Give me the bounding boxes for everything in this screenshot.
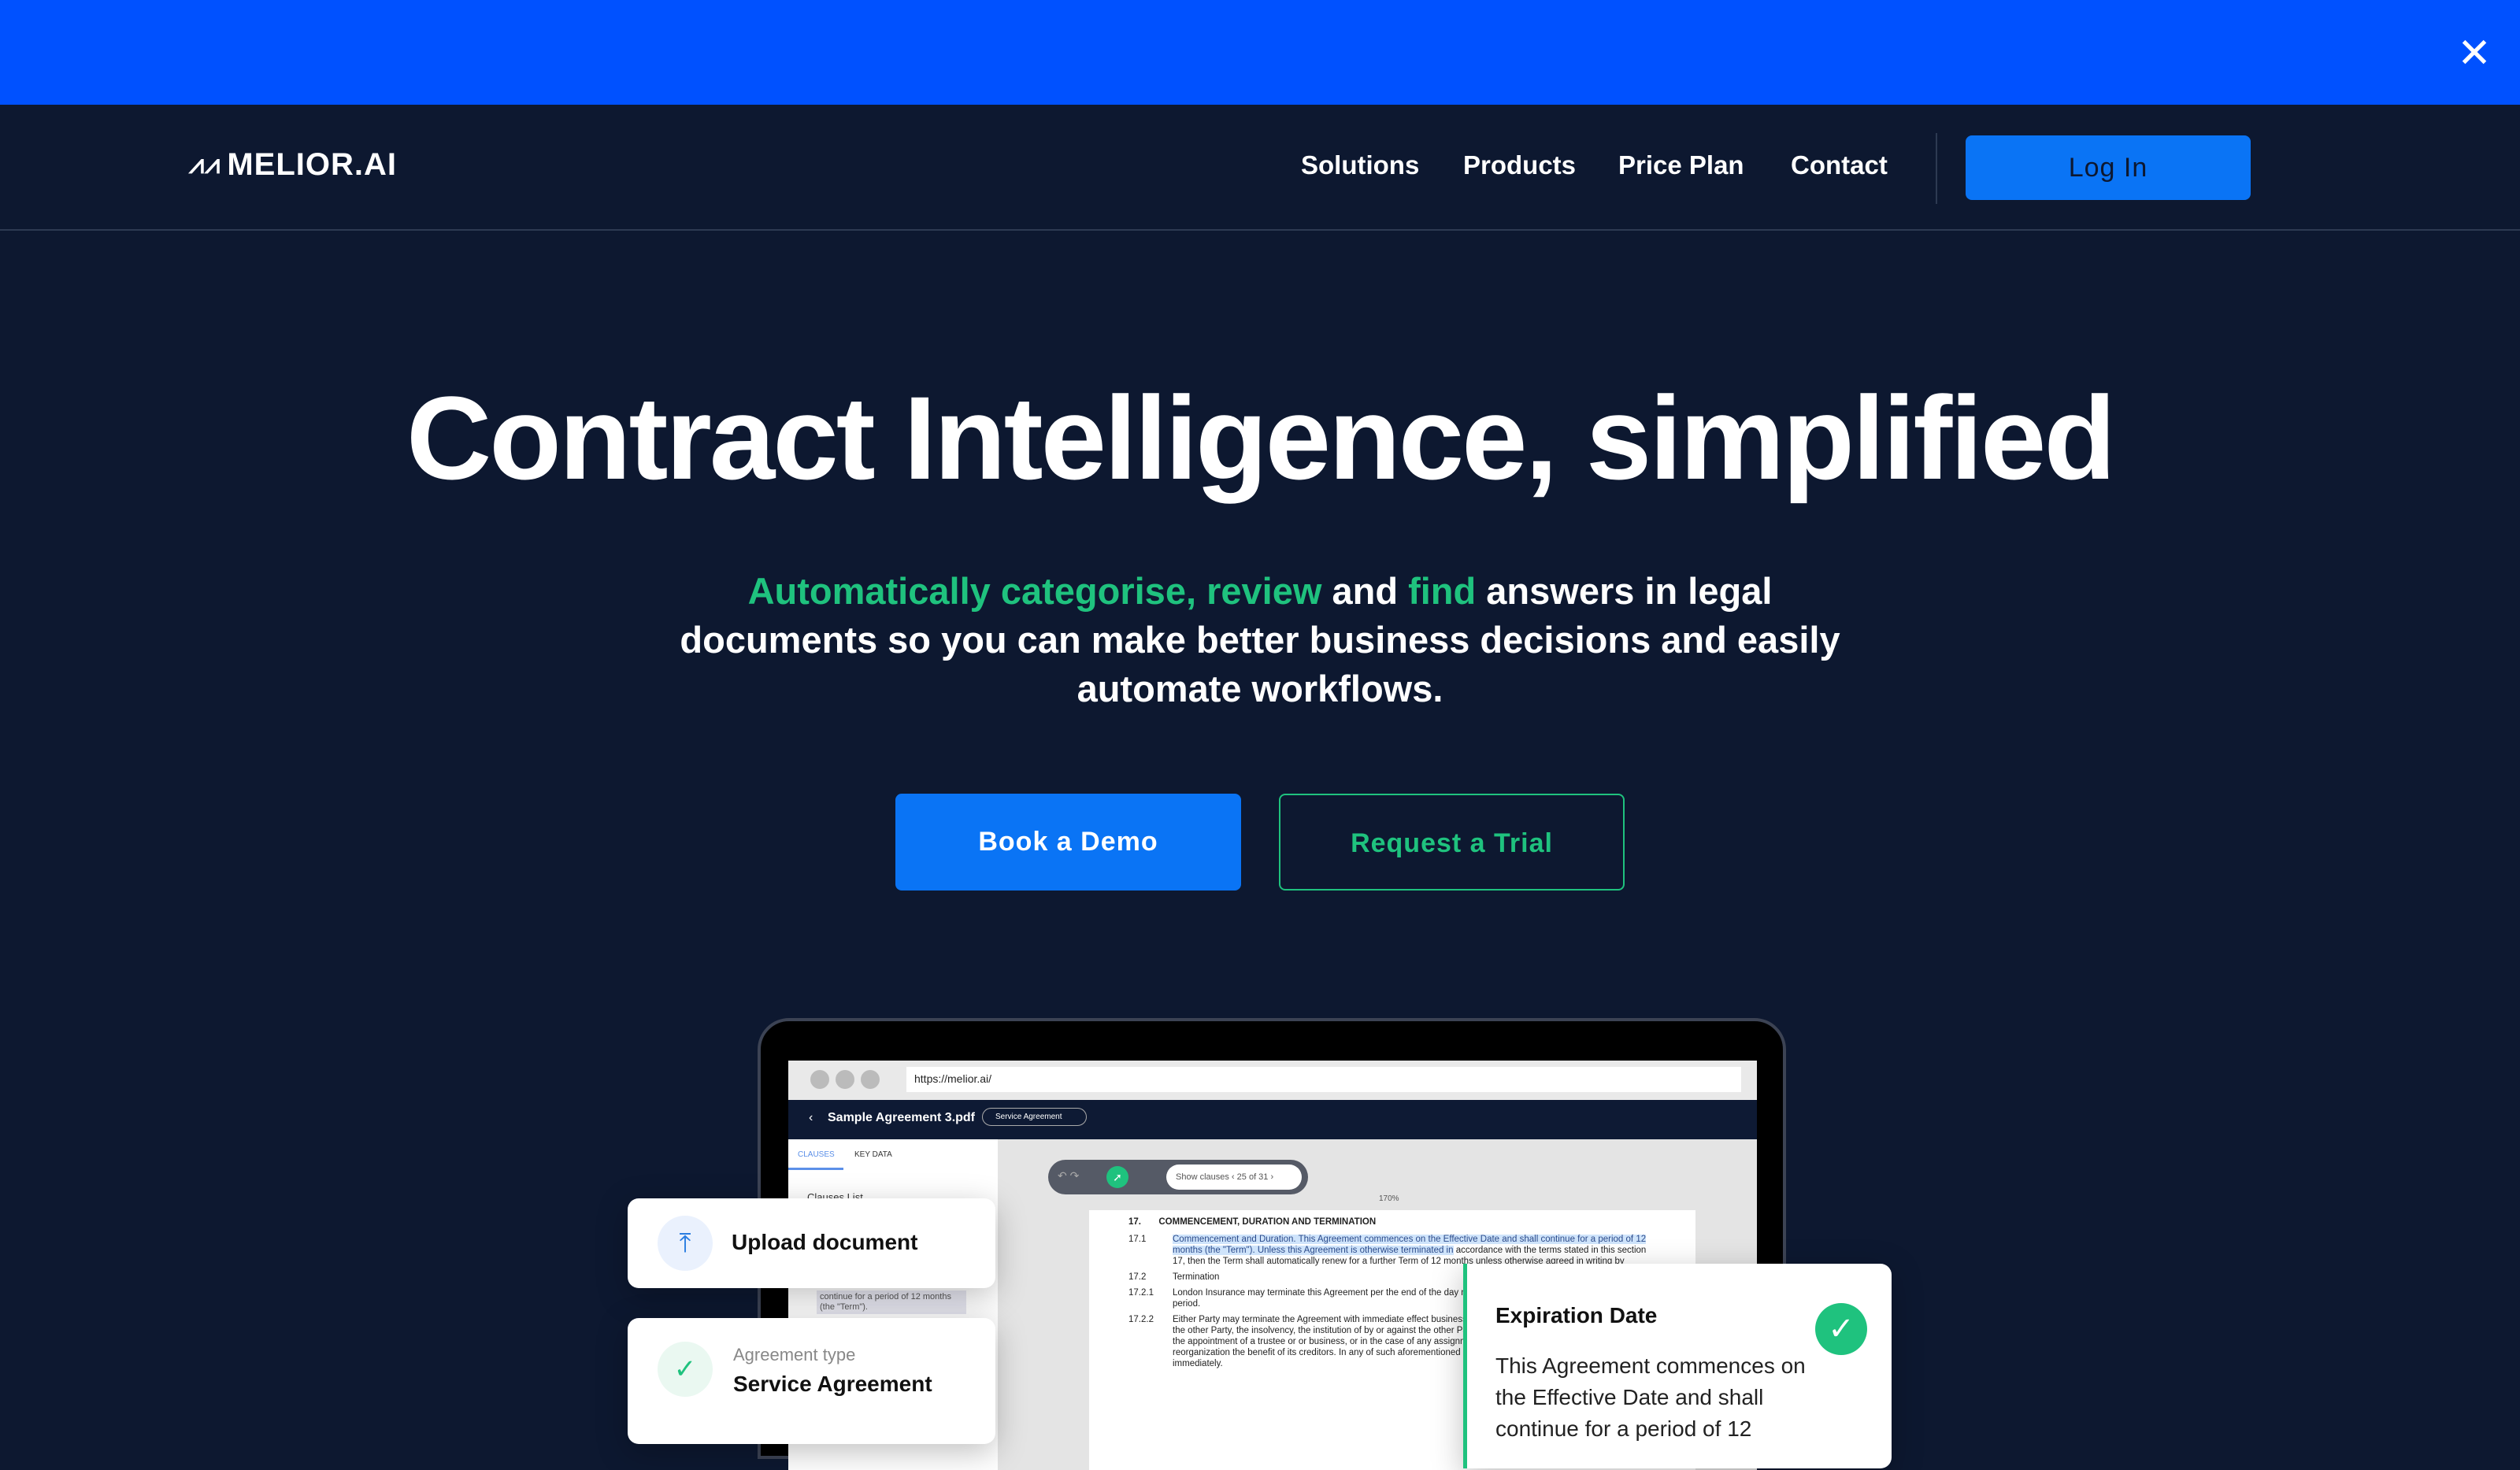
tab-clauses: CLAUSES bbox=[798, 1150, 835, 1159]
browser-bar: https://melior.ai/ bbox=[788, 1061, 1757, 1100]
logo-text: MELIOR.AI bbox=[227, 147, 398, 182]
announcement-banner: ✕ bbox=[0, 0, 2520, 105]
clause-text: Either Party may terminate the Agreement… bbox=[1173, 1315, 1483, 1368]
show-clauses: Show clauses ‹ 25 of 31 › bbox=[1166, 1165, 1302, 1190]
nav-contact[interactable]: Contact bbox=[1791, 150, 1888, 180]
upload-label: Upload document bbox=[732, 1230, 918, 1254]
clause-num: 17.2 bbox=[1128, 1272, 1147, 1282]
book-demo-button[interactable]: Book a Demo bbox=[895, 794, 1241, 891]
sub-green-2: find bbox=[1408, 570, 1477, 612]
doc-heading: 17. COMMENCEMENT, DURATION AND TERMINATI… bbox=[1128, 1216, 1656, 1227]
clause-17-2-2: 17.2.2 Either Party may terminate the Agr… bbox=[1128, 1314, 1491, 1369]
check-icon: ✓ bbox=[658, 1342, 713, 1397]
top-nav: ⩘⩘ MELIOR.AI Solutions Products Price Pla… bbox=[0, 105, 2520, 231]
check-circle-icon: ✓ bbox=[1815, 1303, 1867, 1355]
close-icon[interactable]: ✕ bbox=[2452, 31, 2496, 76]
agreement-type-value: Service Agreement bbox=[733, 1372, 932, 1396]
hero-subtitle: Automatically categorise, review and fin… bbox=[677, 567, 1843, 713]
request-trial-button[interactable]: Request a Trial bbox=[1279, 794, 1625, 891]
undo-icon: ↶ ↷ bbox=[1058, 1169, 1080, 1182]
expiration-text: This Agreement commences on the Effectiv… bbox=[1495, 1353, 1806, 1441]
tab-underline bbox=[788, 1168, 843, 1170]
type-select: Service Agreement bbox=[982, 1108, 1087, 1126]
show-clauses-label: Show clauses bbox=[1176, 1172, 1229, 1182]
clause-num: 17.2.2 bbox=[1128, 1315, 1154, 1324]
window-dot bbox=[810, 1070, 829, 1089]
tab-key-data: KEY DATA bbox=[854, 1150, 892, 1159]
clause-snippet: continue for a period of 12 months (the … bbox=[817, 1290, 966, 1314]
zoom-level: 170% bbox=[1379, 1194, 1399, 1203]
url-bar: https://melior.ai/ bbox=[906, 1067, 1741, 1092]
login-button[interactable]: Log In bbox=[1966, 135, 2251, 200]
clause-count: 25 of 31 bbox=[1236, 1172, 1269, 1182]
clause-num: 17.1 bbox=[1128, 1235, 1147, 1244]
window-dot bbox=[836, 1070, 854, 1089]
file-name: Sample Agreement 3.pdf bbox=[828, 1111, 976, 1124]
back-icon: ‹ bbox=[809, 1111, 813, 1124]
cursor-icon: ➚ bbox=[1106, 1166, 1128, 1188]
logo[interactable]: ⩘⩘ MELIOR.AI bbox=[189, 147, 397, 183]
doc-toolbar: ↶ ↷ ➚ Show clauses ‹ 25 of 31 › bbox=[1048, 1160, 1308, 1194]
nav-divider bbox=[1936, 133, 1937, 204]
hero-headline: Contract Intelligence, simplified bbox=[406, 372, 2116, 504]
clause-text: Termination bbox=[1173, 1272, 1220, 1282]
sub-text-1: and bbox=[1321, 570, 1409, 612]
expiration-title: Expiration Date bbox=[1495, 1303, 1658, 1327]
clause-17-1: 17.1 Commencement and Duration. This Agre… bbox=[1128, 1234, 1656, 1267]
window-dot bbox=[861, 1070, 880, 1089]
upload-icon: ⤒ bbox=[658, 1216, 713, 1271]
nav-solutions[interactable]: Solutions bbox=[1301, 150, 1419, 180]
clause-17-2-1: 17.2.1 London Insurance may terminate thi… bbox=[1128, 1287, 1491, 1309]
clause-num: 17.2.1 bbox=[1128, 1288, 1154, 1298]
upload-document-card[interactable]: ⤒ Upload document bbox=[628, 1198, 995, 1288]
clause-text: London Insurance may terminate this Agre… bbox=[1173, 1288, 1485, 1309]
expiration-date-card: Expiration Date ✓ This Agreement commenc… bbox=[1463, 1264, 1892, 1468]
agreement-type-label: Agreement type bbox=[733, 1345, 856, 1364]
sub-green-1: Automatically categorise, review bbox=[747, 570, 1322, 612]
nav-price-plan[interactable]: Price Plan bbox=[1618, 150, 1744, 180]
nav-products[interactable]: Products bbox=[1463, 150, 1576, 180]
agreement-type-card: ✓ Agreement type Service Agreement bbox=[628, 1318, 995, 1444]
heading-text: COMMENCEMENT, DURATION AND TERMINATION bbox=[1158, 1217, 1377, 1227]
heading-num: 17. bbox=[1128, 1217, 1141, 1227]
app-header: ‹ Sample Agreement 3.pdf Service Agreeme… bbox=[788, 1100, 1757, 1139]
logo-mark-icon: ⩘⩘ bbox=[189, 150, 221, 180]
